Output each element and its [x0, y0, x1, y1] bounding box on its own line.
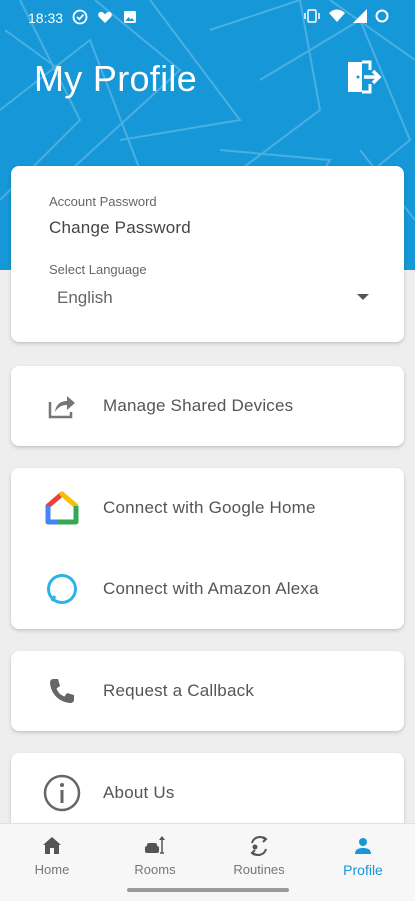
status-left-icons	[72, 9, 138, 25]
language-select[interactable]: English	[49, 282, 369, 314]
person-icon	[355, 838, 371, 854]
signal-icon	[353, 9, 367, 23]
request-callback-label: Request a Callback	[103, 681, 255, 700]
vibrate-icon	[304, 9, 320, 23]
integrations-card: Connect with Google Home Connect with Am…	[11, 468, 404, 629]
nav-routines[interactable]: Routines	[209, 824, 309, 884]
share-icon	[43, 387, 81, 425]
nav-home[interactable]: Home	[2, 824, 102, 884]
connect-google-home-item[interactable]: Connect with Google Home	[11, 468, 404, 548]
manage-shared-devices-label: Manage Shared Devices	[103, 396, 294, 415]
nav-profile-label: Profile	[343, 862, 383, 878]
routines-icon	[250, 836, 268, 856]
language-select-value: English	[57, 288, 113, 307]
heart-icon	[98, 11, 112, 23]
select-language-label: Select Language	[49, 262, 147, 277]
wifi-icon	[329, 9, 345, 22]
nav-rooms-label: Rooms	[134, 862, 176, 877]
change-password-link[interactable]: Change Password	[49, 218, 191, 238]
dropdown-caret-icon	[357, 294, 369, 300]
nav-profile[interactable]: Profile	[313, 824, 413, 884]
callback-card: Request a Callback	[11, 651, 404, 731]
page-title: My Profile	[34, 58, 198, 99]
about-us-item[interactable]: About Us	[11, 753, 404, 833]
rooms-icon	[145, 836, 165, 854]
home-indicator[interactable]	[127, 888, 289, 892]
account-card: Account Password Change Password Select …	[11, 166, 404, 342]
logout-button[interactable]	[342, 56, 384, 98]
nav-routines-label: Routines	[233, 862, 285, 877]
info-icon	[43, 774, 81, 812]
connect-amazon-alexa-label: Connect with Amazon Alexa	[103, 579, 319, 598]
manage-shared-card: Manage Shared Devices	[11, 366, 404, 446]
status-time: 18:33	[28, 10, 64, 26]
status-right-icons	[303, 9, 389, 23]
home-icon	[43, 837, 61, 854]
nav-rooms[interactable]: Rooms	[105, 824, 205, 884]
request-callback-item[interactable]: Request a Callback	[11, 651, 404, 731]
manage-shared-devices-item[interactable]: Manage Shared Devices	[11, 366, 404, 446]
about-us-label: About Us	[103, 783, 175, 802]
nav-home-label: Home	[34, 862, 70, 877]
google-home-icon	[43, 489, 81, 527]
connect-amazon-alexa-item[interactable]: Connect with Amazon Alexa	[11, 549, 404, 629]
image-icon	[124, 11, 136, 23]
connect-google-home-label: Connect with Google Home	[103, 498, 316, 517]
check-circle-icon	[72, 9, 88, 25]
phone-icon	[43, 672, 81, 710]
logout-icon	[348, 60, 382, 94]
battery-ring-icon	[375, 9, 389, 23]
alexa-icon	[43, 570, 81, 608]
account-password-label: Account Password	[49, 194, 157, 209]
status-bar: 18:33	[0, 0, 415, 36]
